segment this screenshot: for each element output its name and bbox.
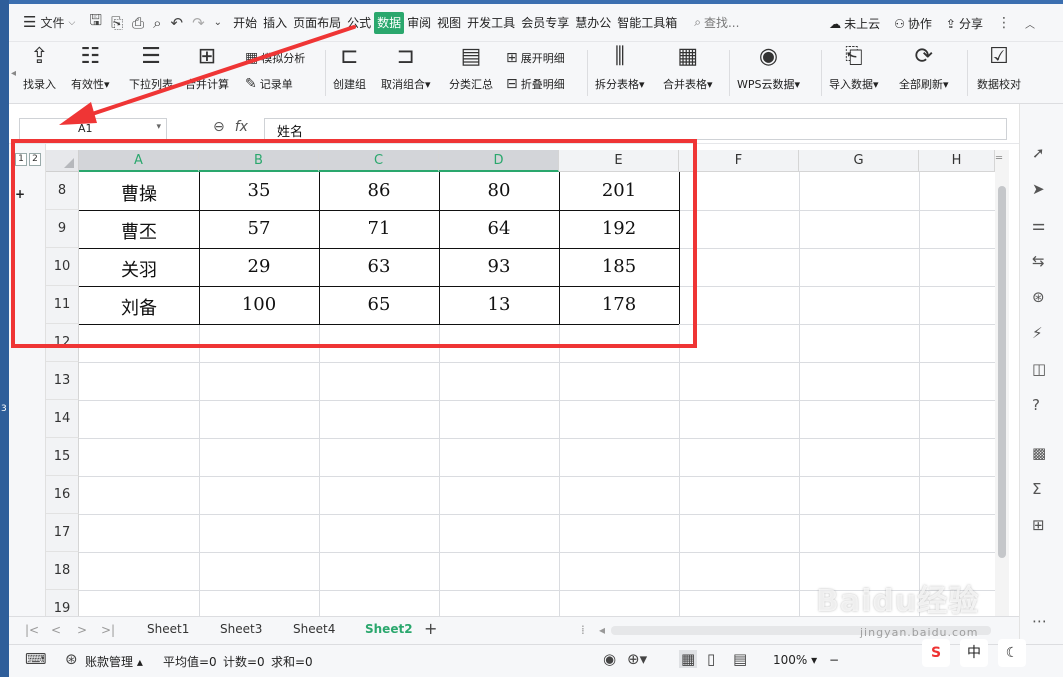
grid-line [79,552,999,553]
row-header-16[interactable]: 16 [46,476,79,514]
grid-line [679,248,999,249]
sum-value: 求和=0 [271,655,313,669]
scroll-thumb[interactable] [998,186,1006,558]
count-value: 计数=0 [223,655,265,669]
grid-line [79,438,999,439]
next-sheet-icon[interactable]: > [77,623,87,637]
night-mode-icon[interactable]: ☾ [998,639,1026,667]
eye-protect-icon[interactable]: ◉ [603,650,616,668]
last-sheet-icon[interactable]: >| [101,623,115,637]
normal-view-icon[interactable]: ▦ [679,650,698,668]
status-bar: ⌨ ⊛ 账款管理 ▴ 平均值=0 计数=0 求和=0 ◉ ⊕▾ ▦ ▯ ▤ 10… [9,644,1063,677]
grid-line [679,286,999,287]
page-view-icon[interactable]: ▯ [707,650,715,668]
scroll-left-icon[interactable]: ◂ [599,623,605,637]
baidu-watermark: Baidu经验 [816,584,980,619]
sliders-icon[interactable]: ⚌ [1032,216,1045,234]
zoom-level[interactable]: 100% ▾ [773,653,817,667]
grid-line [679,324,999,325]
sheet-tab-sheet3[interactable]: Sheet3 [220,622,262,636]
account-icon: ⊛ [65,650,78,668]
row-header-18[interactable]: 18 [46,552,79,590]
help-icon[interactable]: ? [1032,396,1040,414]
first-sheet-icon[interactable]: |< [25,623,39,637]
average-value: 平均值=0 [163,655,217,669]
ai-icon[interactable]: ⊛ [1032,288,1045,306]
baidu-watermark-url: jingyan.baidu.com [860,626,979,639]
sogou-ime-icon[interactable]: S [922,639,950,667]
row-header-17[interactable]: 17 [46,514,79,552]
account-label[interactable]: 账款管理 ▴ [85,653,143,670]
tab-split-handle[interactable]: ⁞ [581,623,585,637]
row-header-14[interactable]: 14 [46,400,79,438]
grid-line [79,362,999,363]
more-dots-icon[interactable]: ⋯ [1032,612,1047,630]
page-break-view-icon[interactable]: ▤ [733,650,747,668]
grid-line [79,400,999,401]
macro-icon[interactable]: ⌨ [25,650,47,668]
annotation-arrow [59,25,356,125]
book-icon[interactable]: ◫ [1032,360,1046,378]
grid-line [79,514,999,515]
chart-edit-icon[interactable]: ▩ [1032,444,1046,462]
sheet-tab-sheet4[interactable]: Sheet4 [293,622,335,636]
sheet-tab-sheet2[interactable]: Sheet2 [365,622,413,636]
lightning-icon[interactable]: ⚡ [1032,324,1043,342]
layout-icon[interactable]: ⊕▾ [627,650,647,668]
desktop-edge: 3 [0,0,9,677]
row-header-15[interactable]: 15 [46,438,79,476]
edge-mark: 3 [1,404,7,414]
vertical-scrollbar[interactable]: ═ [995,150,1009,620]
sum-icon[interactable]: Σ [1032,480,1041,498]
zoom-out-icon[interactable]: − [829,653,839,667]
transform-icon[interactable]: ⇆ [1032,252,1045,270]
grid-line [679,210,999,211]
row-header-19[interactable]: 19 [46,590,79,619]
row-header-13[interactable]: 13 [46,362,79,400]
prev-sheet-icon[interactable]: < [51,623,61,637]
sheet-tab-sheet1[interactable]: Sheet1 [147,622,189,636]
add-sheet-icon[interactable]: + [424,619,437,638]
grid-line [79,476,999,477]
ime-language-indicator[interactable]: 中 [960,639,988,667]
apps-icon[interactable]: ⊞ [1032,516,1045,534]
